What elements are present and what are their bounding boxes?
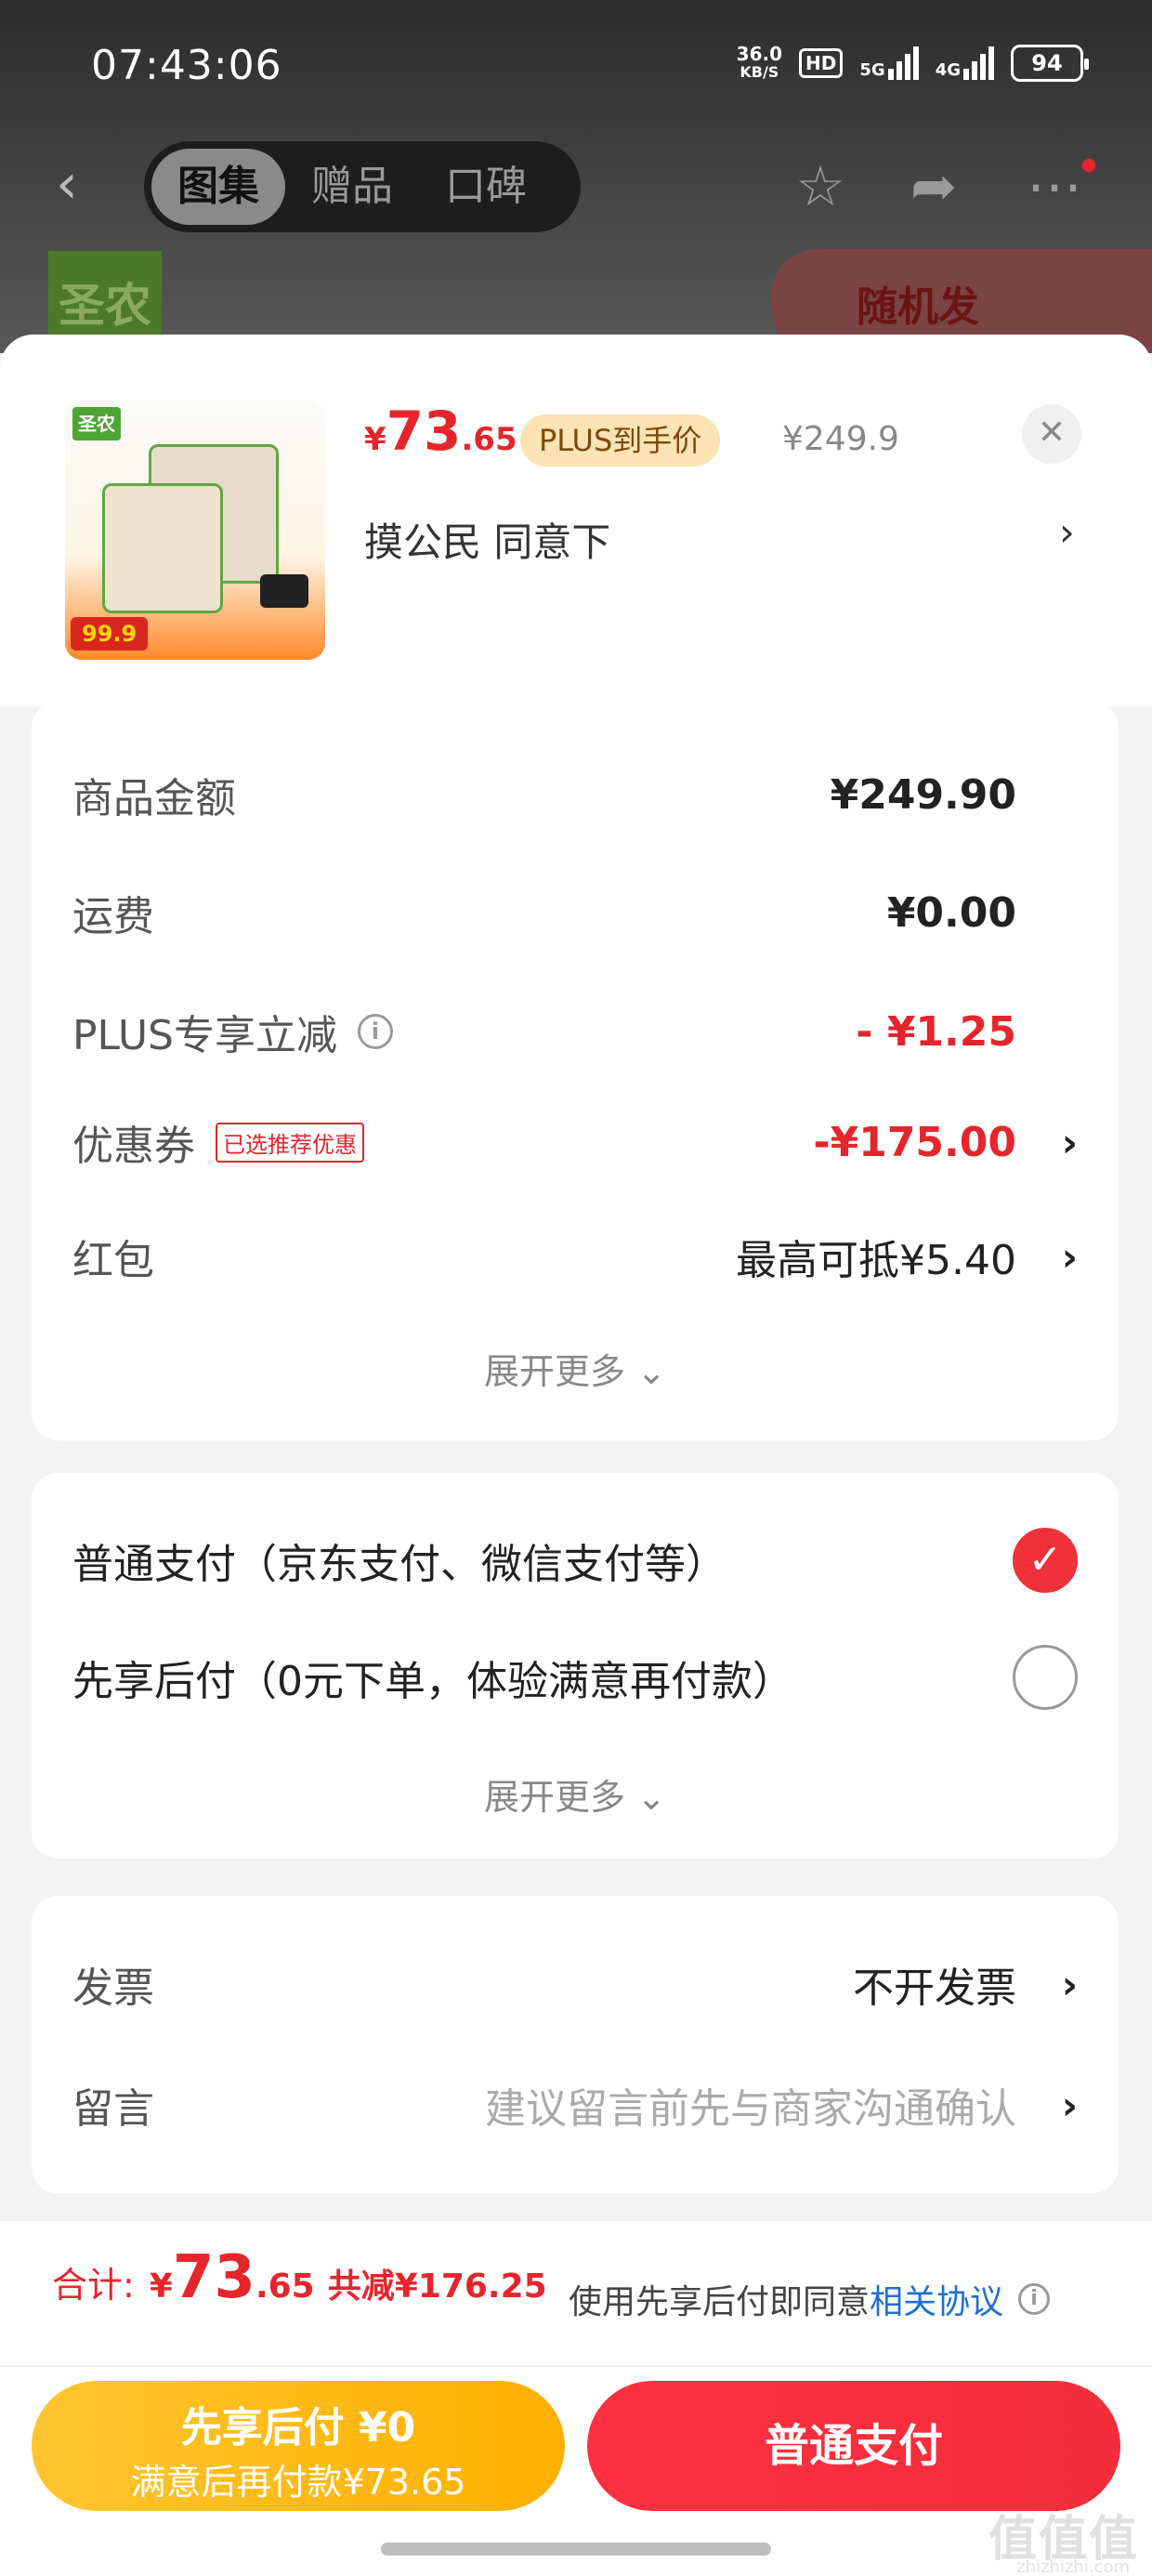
expand-more-button[interactable]: 展开更多 ⌄ <box>32 1768 1119 1820</box>
product-image[interactable]: 圣农 99.9 <box>65 400 325 660</box>
signal-4g-icon: 4G <box>936 46 994 80</box>
pay-later-button[interactable]: 先享后付 ¥0 满意后再付款¥73.65 <box>32 2381 565 2511</box>
normal-pay-button[interactable]: 普通支付 <box>587 2381 1120 2511</box>
status-time: 07:43:06 <box>91 42 282 89</box>
coupon-tag: 已选推荐优惠 <box>216 1122 364 1163</box>
notification-dot <box>1080 156 1098 175</box>
product-nav-bar: ‹ 图集 赠品 口碑 ☆ ➦ ⋯ <box>0 138 1152 235</box>
row-plus-discount: PLUS专享立减 i - ¥1.25 <box>72 1007 1016 1060</box>
close-icon[interactable]: ✕ <box>1022 404 1081 464</box>
row-message[interactable]: 留言 建议留言前先与商家沟通确认 › <box>72 2077 1078 2134</box>
unchecked-radio-icon[interactable] <box>1013 1645 1078 1710</box>
agreement-note: 使用先享后付即同意 相关协议 i <box>569 2275 1051 2323</box>
row-coupon[interactable]: 优惠券 已选推荐优惠 -¥175.00 › <box>72 1114 1078 1171</box>
payment-option-normal[interactable]: 普通支付（京东支付、微信支付等） ✓ <box>72 1523 1078 1597</box>
tab-gifts[interactable]: 赠品 <box>285 149 419 225</box>
row-invoice[interactable]: 发票 不开发票 › <box>72 1956 1078 2013</box>
back-arrow-icon[interactable]: ‹ <box>56 156 111 212</box>
payment-option-pay-later[interactable]: 先享后付（0元下单，体验满意再付款） <box>72 1640 1078 1715</box>
network-speed: 36.0 KB/S <box>736 43 783 81</box>
expand-more-button[interactable]: 展开更多 ⌄ <box>32 1343 1119 1394</box>
agreement-link[interactable]: 相关协议 <box>870 2275 1003 2323</box>
total-discount: 共减¥176.25 <box>327 2267 547 2306</box>
tab-reviews[interactable]: 口碑 <box>419 149 553 225</box>
chevron-right-icon[interactable]: › <box>1059 509 1075 555</box>
price-summary-card: 商品金额 ¥249.90 运费 ¥0.00 PLUS专享立减 i - ¥1.25… <box>32 702 1119 1440</box>
status-bar: 07:43:06 36.0 KB/S HD 5G 4G 94 <box>0 0 1152 135</box>
more-icon[interactable]: ⋯ <box>1022 154 1087 219</box>
chevron-down-icon: ⌄ <box>625 1351 666 1392</box>
invoice-message-card: 发票 不开发票 › 留言 建议留言前先与商家沟通确认 › <box>32 1896 1119 2193</box>
chevron-right-icon: › <box>1061 1233 1078 1280</box>
product-price: ¥ 73 .65 <box>364 400 517 463</box>
chevron-right-icon: › <box>1061 2082 1078 2128</box>
chevron-right-icon: › <box>1061 1961 1078 2007</box>
star-icon[interactable]: ☆ <box>788 154 853 219</box>
home-indicator[interactable] <box>381 2543 771 2556</box>
payment-method-card: 普通支付（京东支付、微信支付等） ✓ 先享后付（0元下单，体验满意再付款） 展开… <box>32 1473 1119 1859</box>
message-placeholder: 建议留言前先与商家沟通确认 <box>485 2085 1016 2133</box>
selected-spec[interactable]: 摸公民 同意下 <box>364 511 610 568</box>
signal-5g-icon: 5G <box>859 46 919 80</box>
product-tray <box>260 574 308 608</box>
product-logo: 圣农 <box>72 407 121 440</box>
background-page: 07:43:06 36.0 KB/S HD 5G 4G 94 ‹ 图集 赠品 口… <box>0 0 1152 353</box>
share-icon[interactable]: ➦ <box>901 154 966 219</box>
row-shipping: 运费 ¥0.00 <box>72 888 1016 941</box>
chevron-right-icon: › <box>1061 1119 1078 1165</box>
order-total: 合计: ¥ 73 .65 共减¥176.25 <box>52 2243 547 2312</box>
hd-icon: HD <box>799 48 844 78</box>
checkout-footer: 合计: ¥ 73 .65 共减¥176.25 使用先享后付即同意 相关协议 i … <box>0 2221 1152 2576</box>
row-goods-amount: 商品金额 ¥249.90 <box>72 770 1016 823</box>
divider <box>0 2365 1152 2367</box>
package-illustration <box>102 483 223 613</box>
plus-price-badge: PLUS到手价 <box>520 414 721 467</box>
original-price: ¥249.9 <box>782 420 899 458</box>
product-header: 圣农 99.9 ¥ 73 .65 PLUS到手价 ¥249.9 ✕ 摸公民 同意… <box>0 335 1152 706</box>
info-icon[interactable]: i <box>1018 2283 1051 2315</box>
site-watermark-url: zhizhizhi.com <box>1016 2557 1130 2576</box>
tab-gallery[interactable]: 图集 <box>151 149 285 225</box>
status-icons: 36.0 KB/S HD 5G 4G 94 <box>736 43 1089 82</box>
chevron-down-icon: ⌄ <box>625 1777 666 1818</box>
row-red-packet[interactable]: 红包 最高可抵¥5.40 › <box>72 1229 1078 1285</box>
media-tab-switch: 图集 赠品 口碑 <box>144 141 581 232</box>
image-price-tag: 99.9 <box>71 617 149 651</box>
checked-radio-icon[interactable]: ✓ <box>1013 1528 1078 1593</box>
battery-icon: 94 <box>1011 45 1089 82</box>
info-icon[interactable]: i <box>358 1014 393 1049</box>
